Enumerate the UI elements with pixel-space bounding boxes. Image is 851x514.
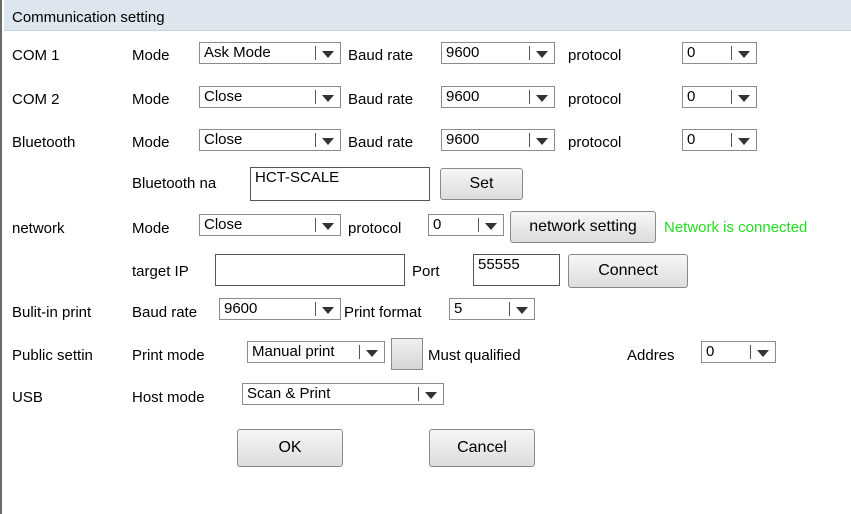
builtin-print-label: Bulit-in print xyxy=(12,304,92,321)
chevron-down-icon xyxy=(516,307,528,314)
communication-setting-dialog: Communication setting COM 1 Mode Ask Mod… xyxy=(0,0,851,514)
com2-label: COM 2 xyxy=(12,91,60,108)
bluetooth-name-label: Bluetooth na xyxy=(132,175,217,192)
cancel-button[interactable]: Cancel xyxy=(429,429,535,467)
chevron-down-icon xyxy=(322,223,334,230)
ok-button[interactable]: OK xyxy=(237,429,343,467)
chevron-down-icon xyxy=(738,138,750,145)
builtin-print-baud-dropdown[interactable]: 9600 xyxy=(219,298,341,320)
network-mode-dropdown[interactable]: Close xyxy=(199,214,341,236)
chevron-down-icon xyxy=(536,95,548,102)
com2-baud-label: Baud rate xyxy=(348,91,414,108)
bluetooth-mode-label: Mode xyxy=(132,134,170,151)
chevron-down-icon xyxy=(425,392,437,399)
builtin-print-baud-label: Baud rate xyxy=(132,304,198,321)
chevron-down-icon xyxy=(322,307,334,314)
com1-baud-label: Baud rate xyxy=(348,47,414,64)
network-mode-label: Mode xyxy=(132,220,170,237)
print-format-label: Print format xyxy=(344,304,422,321)
com2-mode-label: Mode xyxy=(132,91,170,108)
chevron-down-icon xyxy=(536,51,548,58)
bluetooth-baud-value: 9600 xyxy=(446,131,480,148)
target-ip-label: target IP xyxy=(132,263,189,280)
bluetooth-label: Bluetooth xyxy=(12,134,76,151)
network-protocol-dropdown[interactable]: 0 xyxy=(428,214,504,236)
must-qualified-label: Must qualified xyxy=(428,347,521,364)
address-dropdown[interactable]: 0 xyxy=(701,341,776,363)
bluetooth-baud-dropdown[interactable]: 9600 xyxy=(441,129,555,151)
print-mode-dropdown[interactable]: Manual print xyxy=(247,341,385,363)
com2-baud-value: 9600 xyxy=(446,88,480,105)
bluetooth-mode-value: Close xyxy=(204,131,243,148)
must-qualified-checkbox[interactable] xyxy=(391,338,423,370)
com2-protocol-value: 0 xyxy=(687,88,696,105)
com1-baud-value: 9600 xyxy=(446,44,480,61)
chevron-down-icon xyxy=(757,350,769,357)
network-mode-value: Close xyxy=(204,216,243,233)
host-mode-value: Scan & Print xyxy=(247,385,331,402)
chevron-down-icon xyxy=(322,51,334,58)
network-protocol-label: protocol xyxy=(348,220,402,237)
com2-protocol-dropdown[interactable]: 0 xyxy=(682,86,757,108)
print-mode-label: Print mode xyxy=(132,347,205,364)
com1-label: COM 1 xyxy=(12,47,60,64)
address-label: Addres xyxy=(627,347,675,364)
com2-mode-value: Close xyxy=(204,88,243,105)
host-mode-label: Host mode xyxy=(132,389,205,406)
bluetooth-name-input[interactable]: HCT-SCALE xyxy=(250,167,430,201)
target-ip-input[interactable] xyxy=(215,254,405,286)
bluetooth-mode-dropdown[interactable]: Close xyxy=(199,129,341,151)
com1-protocol-dropdown[interactable]: 0 xyxy=(682,42,757,64)
usb-label: USB xyxy=(12,389,43,406)
host-mode-dropdown[interactable]: Scan & Print xyxy=(242,383,444,405)
public-setting-label: Public settin xyxy=(12,347,93,364)
dialog-titlebar: Communication setting xyxy=(4,0,851,31)
builtin-print-baud-value: 9600 xyxy=(224,300,258,317)
com1-protocol-label: protocol xyxy=(568,47,622,64)
address-value: 0 xyxy=(706,343,715,360)
network-setting-button[interactable]: network setting xyxy=(510,211,656,243)
bluetooth-protocol-label: protocol xyxy=(568,134,622,151)
chevron-down-icon xyxy=(738,95,750,102)
chevron-down-icon xyxy=(366,350,378,357)
port-label: Port xyxy=(412,263,440,280)
bluetooth-name-value: HCT-SCALE xyxy=(255,169,340,186)
print-mode-value: Manual print xyxy=(252,343,335,360)
bluetooth-protocol-value: 0 xyxy=(687,131,696,148)
network-status-text: Network is connected xyxy=(664,219,808,236)
chevron-down-icon xyxy=(536,138,548,145)
connect-button[interactable]: Connect xyxy=(568,254,688,288)
network-protocol-value: 0 xyxy=(433,216,442,233)
print-format-value: 5 xyxy=(454,300,463,317)
com1-mode-dropdown[interactable]: Ask Mode xyxy=(199,42,341,64)
bluetooth-baud-label: Baud rate xyxy=(348,134,414,151)
dialog-title: Communication setting xyxy=(12,9,165,26)
chevron-down-icon xyxy=(322,95,334,102)
com1-protocol-value: 0 xyxy=(687,44,696,61)
com1-mode-label: Mode xyxy=(132,47,170,64)
chevron-down-icon xyxy=(485,223,497,230)
chevron-down-icon xyxy=(738,51,750,58)
com2-protocol-label: protocol xyxy=(568,91,622,108)
com1-mode-value: Ask Mode xyxy=(204,44,271,61)
bluetooth-set-button[interactable]: Set xyxy=(440,168,523,200)
network-label: network xyxy=(12,220,65,237)
com2-baud-dropdown[interactable]: 9600 xyxy=(441,86,555,108)
port-value: 55555 xyxy=(478,256,520,273)
chevron-down-icon xyxy=(322,138,334,145)
port-input[interactable]: 55555 xyxy=(473,254,560,286)
com2-mode-dropdown[interactable]: Close xyxy=(199,86,341,108)
com1-baud-dropdown[interactable]: 9600 xyxy=(441,42,555,64)
print-format-dropdown[interactable]: 5 xyxy=(449,298,535,320)
bluetooth-protocol-dropdown[interactable]: 0 xyxy=(682,129,757,151)
